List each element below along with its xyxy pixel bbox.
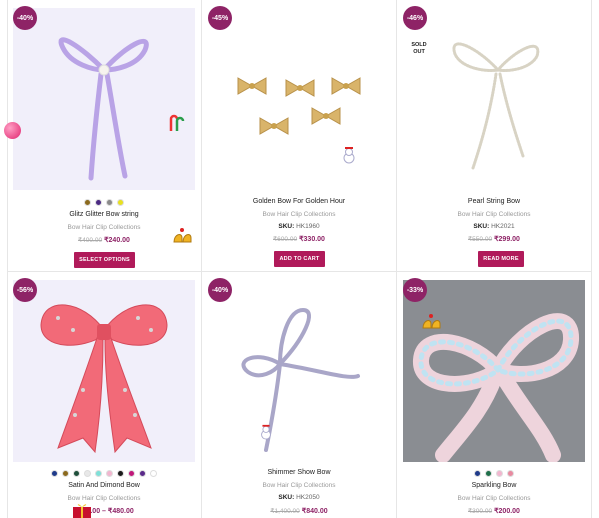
color-swatch[interactable] xyxy=(73,470,80,477)
discount-badge: -45% xyxy=(208,6,232,30)
product-sku: SKU: HK2050 xyxy=(202,494,396,501)
product-card[interactable]: -45% Golden Bow For Golden Hour Bow Hair… xyxy=(202,0,396,270)
product-category[interactable]: Bow Hair Clip Collections xyxy=(202,211,396,218)
product-price: ₹550.00 ₹299.00 xyxy=(397,235,591,243)
color-swatch[interactable] xyxy=(106,199,113,206)
product-image[interactable] xyxy=(403,280,585,462)
color-swatch[interactable] xyxy=(117,470,124,477)
old-price: ₹300.00 xyxy=(468,508,493,515)
snowman-icon xyxy=(340,146,358,164)
old-price: ₹550.00 xyxy=(468,236,493,243)
product-title[interactable]: Satin And Dimond Bow xyxy=(7,482,201,489)
product-card[interactable]: -46% SOLD OUT Pearl String Bow Bow Hair … xyxy=(397,0,591,270)
gift-icon xyxy=(72,502,92,518)
color-swatch[interactable] xyxy=(485,470,492,477)
color-swatch[interactable] xyxy=(507,470,514,477)
ornament-ball-icon xyxy=(4,122,21,139)
discount-badge: -56% xyxy=(13,278,37,302)
product-image[interactable] xyxy=(208,280,390,462)
sale-price: ₹240.00 xyxy=(104,237,130,244)
product-category[interactable]: Bow Hair Clip Collections xyxy=(7,495,201,502)
discount-badge: -40% xyxy=(208,278,232,302)
product-price: ₹200.00 – ₹480.00 xyxy=(7,507,201,515)
product-price: ₹600.00 ₹330.00 xyxy=(202,235,396,243)
color-swatch[interactable] xyxy=(95,199,102,206)
product-image[interactable] xyxy=(403,8,585,190)
color-swatch[interactable] xyxy=(474,470,481,477)
product-title[interactable]: Shimmer Show Bow xyxy=(202,469,396,476)
product-price: ₹300.00 ₹200.00 xyxy=(397,507,591,515)
candy-cane-icon xyxy=(165,113,187,133)
product-title[interactable]: Sparkling Bow xyxy=(397,482,591,489)
color-swatch[interactable] xyxy=(84,199,91,206)
product-image[interactable] xyxy=(13,280,195,462)
sku-value: HK2050 xyxy=(296,494,320,501)
sale-price: ₹330.00 xyxy=(299,236,325,243)
product-category[interactable]: Bow Hair Clip Collections xyxy=(397,495,591,502)
old-price: ₹400.00 xyxy=(78,237,103,244)
product-sku: SKU: HK2021 xyxy=(397,223,591,230)
product-category[interactable]: Bow Hair Clip Collections xyxy=(397,211,591,218)
color-swatch[interactable] xyxy=(128,470,135,477)
color-swatch[interactable] xyxy=(496,470,503,477)
bells-icon xyxy=(420,312,444,332)
sale-price: ₹200.00 xyxy=(494,508,520,515)
product-title[interactable]: Pearl String Bow xyxy=(397,198,591,205)
color-swatches[interactable] xyxy=(7,470,201,477)
color-swatches[interactable] xyxy=(7,199,201,206)
product-grid: -40% Glitz Glitter Bow string Bow Hair C… xyxy=(7,0,592,518)
bells-icon xyxy=(171,226,195,246)
old-price: ₹600.00 xyxy=(273,236,298,243)
add-to-cart-button[interactable]: ADD TO CART xyxy=(274,251,325,267)
sku-value: HK1960 xyxy=(296,223,320,230)
old-price: ₹1,400.00 xyxy=(270,508,300,515)
product-image[interactable] xyxy=(13,8,195,190)
sku-value: HK2021 xyxy=(491,223,515,230)
product-sku: SKU: HK1960 xyxy=(202,223,396,230)
product-title[interactable]: Glitz Glitter Bow string xyxy=(7,211,201,218)
sold-out-label: SOLD OUT xyxy=(411,42,427,55)
sale-price: ₹299.00 xyxy=(494,236,520,243)
color-swatch[interactable] xyxy=(95,470,102,477)
sku-label: SKU: xyxy=(473,223,490,230)
discount-badge: -46% xyxy=(403,6,427,30)
sale-price: ₹840.00 xyxy=(301,508,328,515)
product-title[interactable]: Golden Bow For Golden Hour xyxy=(202,198,396,205)
discount-badge: -33% xyxy=(403,278,427,302)
color-swatch[interactable] xyxy=(117,199,124,206)
color-swatch[interactable] xyxy=(139,470,146,477)
grid-divider xyxy=(591,0,592,518)
color-swatch[interactable] xyxy=(150,470,157,477)
sku-label: SKU: xyxy=(278,494,295,501)
color-swatch[interactable] xyxy=(106,470,113,477)
product-price: ₹1,400.00 ₹840.00 xyxy=(202,507,396,515)
product-card[interactable]: -56% Satin And Dimond Bow Bow Hair Clip … xyxy=(7,272,201,518)
color-swatches[interactable] xyxy=(397,470,591,477)
product-card[interactable]: -40% Shimmer Show Bow Bow Hair Clip Coll… xyxy=(202,272,396,518)
read-more-button[interactable]: READ MORE xyxy=(478,251,524,267)
discount-badge: -40% xyxy=(13,6,37,30)
product-category[interactable]: Bow Hair Clip Collections xyxy=(202,482,396,489)
product-image[interactable] xyxy=(208,8,390,190)
sku-label: SKU: xyxy=(278,223,295,230)
snowman-icon xyxy=(258,424,274,440)
color-swatch[interactable] xyxy=(62,470,69,477)
color-swatch[interactable] xyxy=(84,470,91,477)
color-swatch[interactable] xyxy=(51,470,58,477)
select-options-button[interactable]: SELECT OPTIONS xyxy=(74,252,135,268)
product-card[interactable]: -33% Sparkling Bow Bow Hair Clip Collect… xyxy=(397,272,591,518)
